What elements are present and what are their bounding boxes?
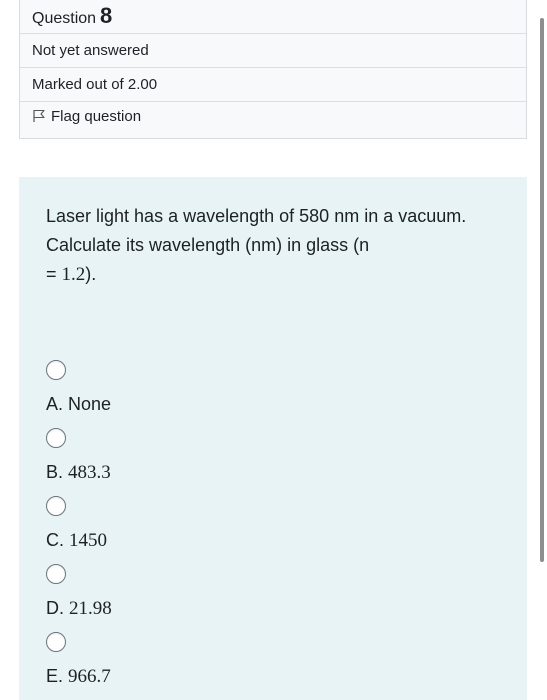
question-number: 8 xyxy=(100,3,113,28)
question-label: Question xyxy=(32,10,97,27)
question-text-value: 1.2 xyxy=(61,264,86,285)
flag-icon xyxy=(33,109,45,122)
option-label: B. 483.3 xyxy=(46,462,111,483)
question-text-main: Laser light has a wavelength of 580 nm i… xyxy=(46,206,467,255)
option-value: 483.3 xyxy=(68,462,111,483)
radio-button[interactable] xyxy=(46,360,66,380)
answer-option-b[interactable]: B. 483.3 xyxy=(46,428,346,483)
option-label: C. 1450 xyxy=(46,530,108,551)
answer-option-e[interactable]: E. 966.7 xyxy=(46,632,346,687)
flag-question-link[interactable]: Flag question xyxy=(32,108,141,125)
question-text: Laser light has a wavelength of 580 nm i… xyxy=(46,202,506,289)
option-label: D. 21.98 xyxy=(46,598,112,619)
answer-option-a[interactable]: A. None xyxy=(46,360,346,414)
question-text-eq: = xyxy=(46,264,62,284)
option-value: None xyxy=(68,394,112,414)
option-value: 21.98 xyxy=(69,598,112,619)
page-scrollbar[interactable] xyxy=(540,18,544,562)
question-state-row: Not yet answered xyxy=(20,33,526,68)
option-value: 966.7 xyxy=(68,666,111,687)
question-info-panel: Question 8 Not yet answered Marked out of… xyxy=(19,0,527,139)
answer-option-c[interactable]: C. 1450 xyxy=(46,496,346,551)
radio-button[interactable] xyxy=(46,428,66,448)
option-label: E. 966.7 xyxy=(46,666,111,687)
question-text-end: ). xyxy=(85,264,97,284)
radio-button[interactable] xyxy=(46,564,66,584)
question-state: Not yet answered xyxy=(32,42,149,59)
question-title: Question 8 xyxy=(32,3,112,29)
radio-button[interactable] xyxy=(46,496,66,516)
option-label: A. None xyxy=(46,394,112,414)
question-marks: Marked out of 2.00 xyxy=(32,76,158,93)
radio-button[interactable] xyxy=(46,632,66,652)
flag-question-label: Flag question xyxy=(51,108,142,125)
question-marks-row: Marked out of 2.00 xyxy=(20,67,526,102)
answer-option-d[interactable]: D. 21.98 xyxy=(46,564,346,619)
question-content: Laser light has a wavelength of 580 nm i… xyxy=(19,177,527,700)
option-value: 1450 xyxy=(69,530,108,551)
